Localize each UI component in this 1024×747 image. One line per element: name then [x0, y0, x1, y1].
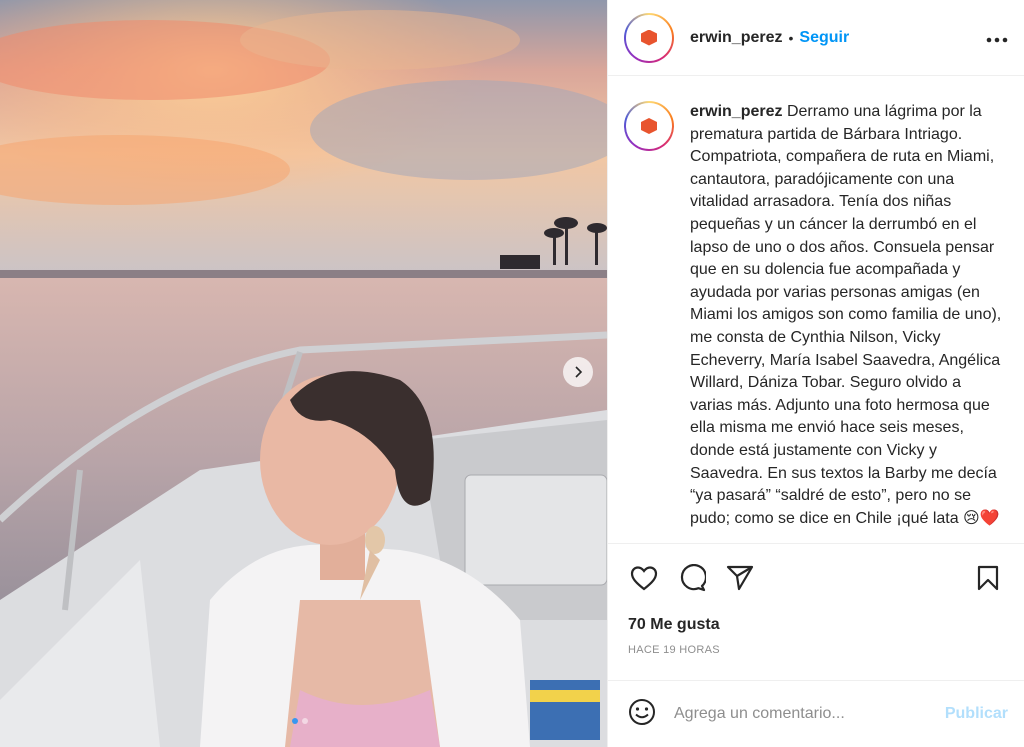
like-icon[interactable]: [624, 558, 664, 598]
post-image: [0, 0, 607, 747]
more-options-icon[interactable]: [986, 26, 1008, 49]
username-link[interactable]: erwin_perez: [690, 29, 782, 47]
logo-icon: [641, 29, 657, 46]
chevron-right-icon: [575, 366, 583, 378]
likes-count[interactable]: 70 Me gusta: [608, 612, 1024, 638]
carousel-dot-active: [292, 718, 298, 724]
comment-input[interactable]: [674, 705, 945, 723]
post-photo[interactable]: [0, 0, 607, 747]
publish-button[interactable]: Publicar: [945, 705, 1008, 723]
post-sidebar: erwin_perez • Seguir erwin_perez Derramo…: [607, 0, 1024, 747]
post-timestamp[interactable]: HACE 19 HORAS: [608, 644, 1024, 656]
caption-area: erwin_perez Derramo una lágrima por la p…: [608, 77, 1024, 542]
avatar[interactable]: [624, 12, 674, 63]
logo-icon: [641, 118, 657, 134]
carousel-indicator: [292, 718, 308, 724]
comment-icon[interactable]: [672, 558, 712, 598]
comment-form: Publicar: [608, 680, 1024, 747]
post-header: erwin_perez • Seguir: [608, 0, 1024, 76]
caption-avatar[interactable]: [624, 101, 674, 151]
caption-username[interactable]: erwin_perez: [690, 103, 782, 120]
follow-button[interactable]: Seguir: [799, 29, 849, 47]
carousel-dot: [302, 718, 308, 724]
separator: •: [788, 29, 794, 46]
emoji-icon[interactable]: [628, 698, 656, 731]
carousel-next-button[interactable]: [563, 357, 593, 387]
bookmark-icon[interactable]: [968, 558, 1008, 598]
post-caption: erwin_perez Derramo una lágrima por la p…: [690, 101, 1008, 542]
share-icon[interactable]: [720, 558, 760, 598]
post-actions: 70 Me gusta HACE 19 HORAS: [608, 543, 1024, 668]
caption-text: Derramo una lágrima por la prematura par…: [690, 103, 1002, 527]
